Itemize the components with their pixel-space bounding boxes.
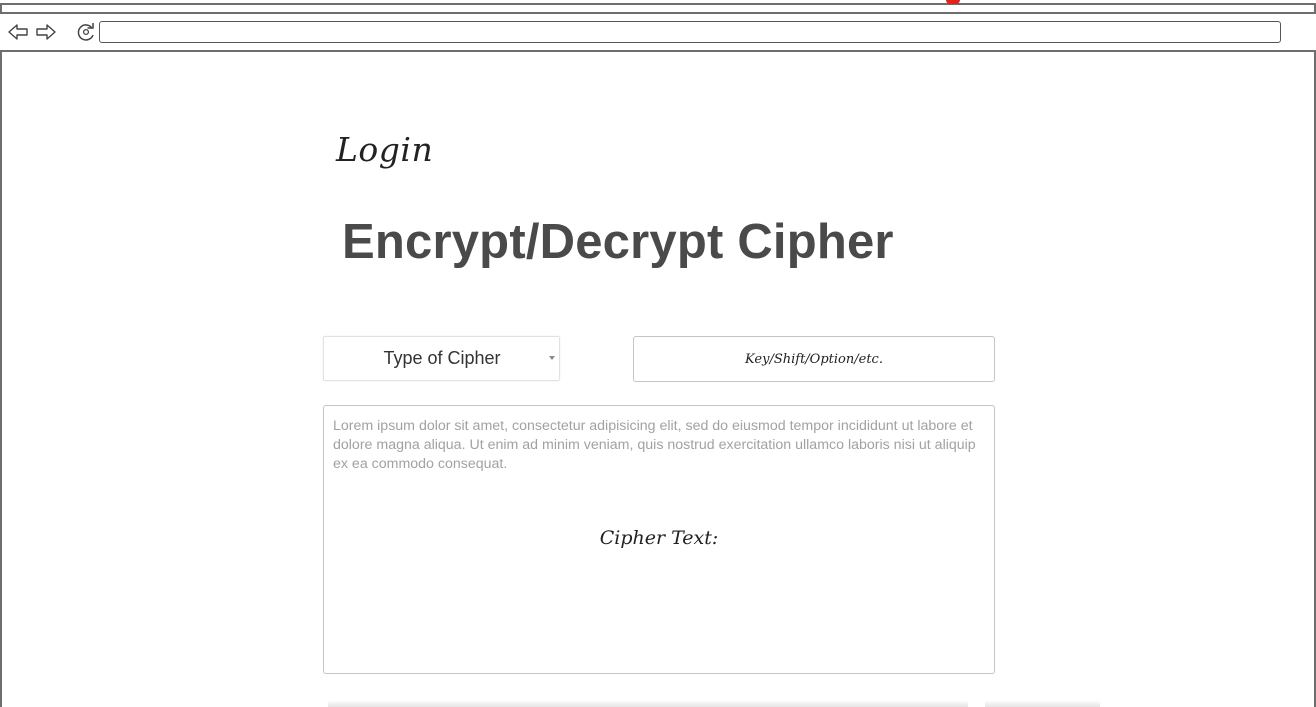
arrow-left-icon[interactable] [7,21,29,43]
key-shift-option-input[interactable] [633,336,995,382]
page-title: Encrypt/Decrypt Cipher [342,215,894,269]
login-link[interactable]: Login [336,130,433,169]
reload-icon[interactable] [75,21,97,43]
cipher-type-select[interactable]: Type of Cipher [323,336,560,381]
notification-indicator [946,0,960,4]
cipher-text-area[interactable]: Lorem ipsum dolor sit amet, consectetur … [323,405,995,674]
bottom-button-shadow [985,700,1100,707]
text-area-placeholder: Lorem ipsum dolor sit amet, consectetur … [333,418,976,472]
cipher-type-selected-value: Type of Cipher [383,348,501,368]
window-top-edge [0,0,1316,5]
cipher-text-label: Cipher Text: [599,527,719,549]
browser-toolbar [0,12,1316,52]
arrow-right-icon[interactable] [35,21,57,43]
caret-down-icon [549,356,555,360]
bottom-toolbar-shadow [328,700,968,707]
address-bar[interactable] [99,21,1281,43]
